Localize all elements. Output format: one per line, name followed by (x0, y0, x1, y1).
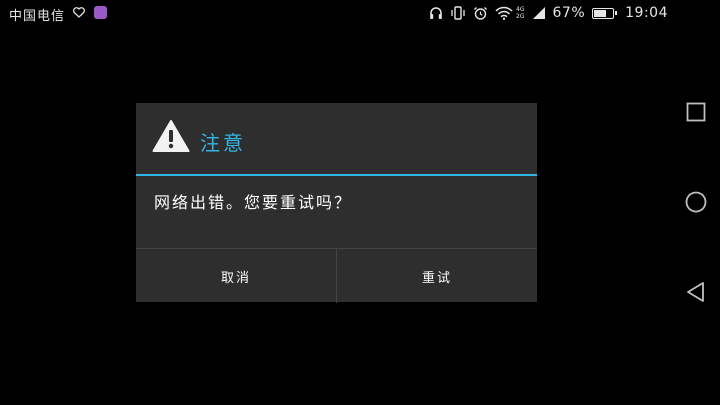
clock: 19:04 (625, 5, 668, 21)
warning-icon (152, 119, 190, 153)
cancel-button[interactable]: 取消 (136, 249, 336, 303)
signal-icon (532, 6, 546, 20)
recent-apps-button[interactable] (684, 100, 708, 124)
status-icons: 4G 2G 67% 19:04 (429, 3, 668, 23)
screen: 中国电信 4G 2G 67% 19:04 注意 网络出错。您要重试吗？ 取消 重… (0, 0, 720, 405)
back-icon (687, 282, 704, 302)
alarm-icon (473, 6, 488, 21)
home-button[interactable] (684, 190, 708, 214)
recent-apps-icon (686, 102, 706, 122)
network-type-label: 4G 2G (516, 6, 524, 20)
dialog-title: 注意 (200, 131, 246, 155)
vibrate-icon (450, 6, 466, 20)
dialog-button-bar: 取消 重试 (136, 248, 537, 303)
dialog-divider (136, 174, 537, 176)
dialog-header: 注意 (136, 103, 537, 174)
heart-notification-icon (72, 5, 86, 19)
battery-level (594, 9, 606, 17)
status-bar: 中国电信 4G 2G 67% 19:04 (0, 0, 720, 28)
carrier-label: 中国电信 (9, 9, 66, 24)
notification-icons (72, 5, 107, 19)
wifi-icon (495, 6, 513, 20)
dialog-message: 网络出错。您要重试吗？ (154, 193, 353, 212)
alert-dialog: 注意 网络出错。您要重试吗？ 取消 重试 (136, 103, 537, 303)
home-icon (685, 191, 707, 213)
battery-icon (592, 7, 618, 19)
app-notification-icon (94, 5, 107, 19)
headphones-icon (429, 6, 443, 20)
network-type-top: 4G (516, 6, 525, 13)
network-type-bottom: 2G (516, 13, 525, 20)
battery-percent: 67% (552, 5, 586, 21)
navigation-bar (672, 28, 720, 405)
back-button[interactable] (684, 280, 708, 304)
retry-button[interactable]: 重试 (336, 249, 537, 303)
